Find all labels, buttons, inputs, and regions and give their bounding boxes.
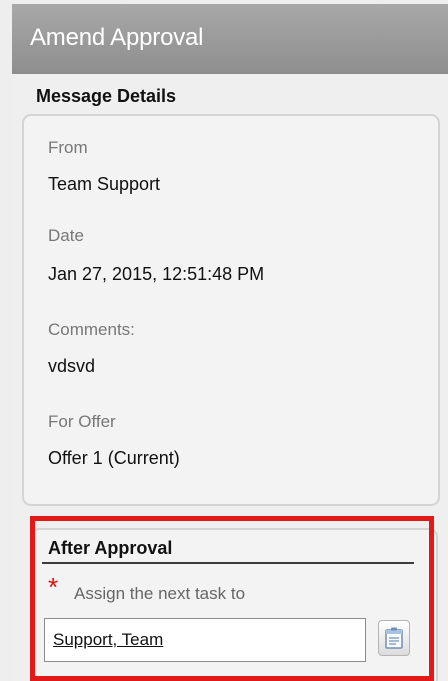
panel-title: Amend Approval [30,24,204,51]
title-bar: Amend Approval [12,4,448,74]
assign-next-task-label: Assign the next task to [74,584,246,603]
directory-lookup-icon [385,627,403,649]
amend-approval-panel: Amend Approval Message Details From Team… [0,0,448,681]
after-approval-section: After Approval * Assign the next task to… [22,516,446,681]
from-label: From [48,138,88,157]
offer-value: Offer 1 (Current) [48,448,180,468]
message-details-box: From Team Support Date Jan 27, 2015, 12:… [22,114,440,506]
heading-divider [42,562,414,564]
date-label: Date [48,226,84,245]
date-value: Jan 27, 2015, 12:51:48 PM [48,264,265,284]
after-approval-heading: After Approval [48,538,173,558]
panel-content: Message Details From Team Support Date J… [12,74,448,681]
assignee-value: Support, Team [53,630,164,649]
required-marker: * [48,572,59,602]
offer-label: For Offer [48,412,116,431]
comments-label: Comments: [48,320,135,339]
comments-value: vdsvd [48,356,96,376]
assignee-input[interactable]: Support, Team [44,618,366,662]
message-details-heading: Message Details [36,86,177,106]
assignee-lookup-button[interactable] [378,620,410,656]
from-value: Team Support [48,174,161,194]
